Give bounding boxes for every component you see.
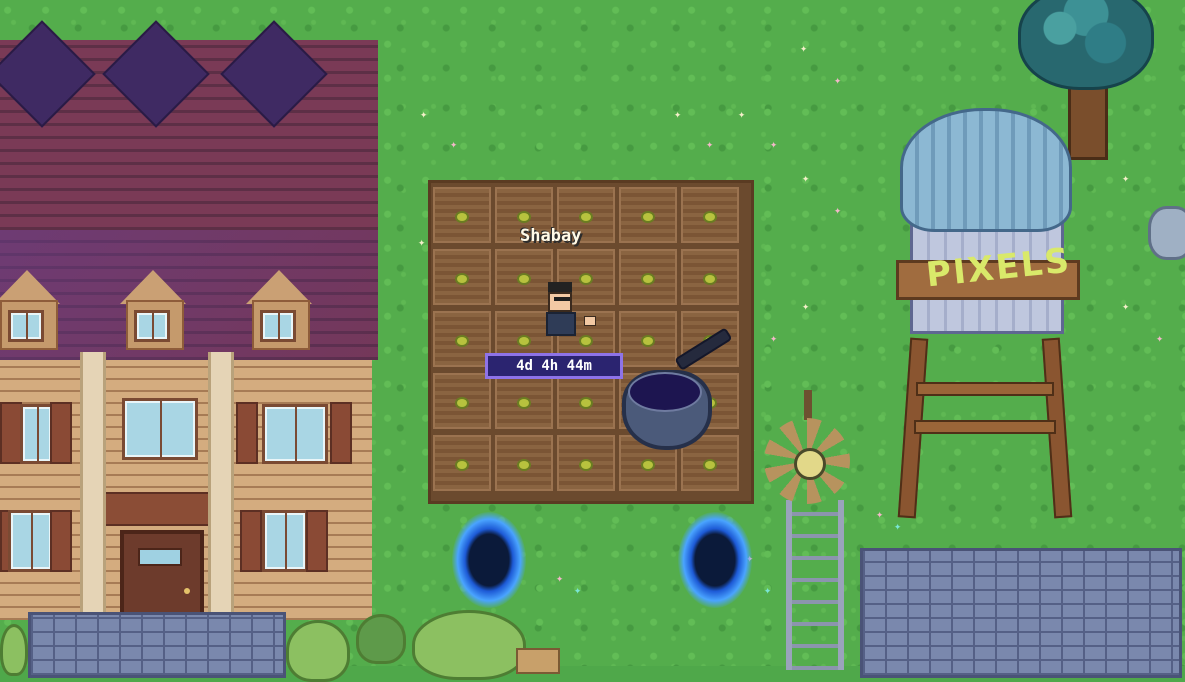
farm-plot[interactable] <box>495 435 553 491</box>
house-window <box>20 404 54 464</box>
bush <box>0 624 28 676</box>
crop-sprout <box>457 337 467 345</box>
flower-decoration: ✦ <box>894 519 902 533</box>
farm-plot[interactable] <box>557 373 615 429</box>
windmill-icon[interactable] <box>760 390 860 670</box>
window-shutter <box>0 402 22 464</box>
teleport-portal-icon[interactable] <box>452 512 526 608</box>
crop-sprout <box>519 275 529 283</box>
stone-floor <box>860 548 1182 678</box>
flower-decoration: ✦ <box>1156 331 1164 345</box>
flower-decoration: ✦ <box>556 571 564 585</box>
crop-sprout <box>643 213 653 221</box>
crop-sprout <box>519 399 529 407</box>
crop-sprout <box>519 337 529 345</box>
player-name-label: Shabay <box>520 226 582 246</box>
crop-sprout <box>519 213 529 221</box>
crop-sprout <box>457 399 467 407</box>
farm-plot[interactable] <box>433 311 491 367</box>
crop-sprout <box>643 275 653 283</box>
farm-plot[interactable] <box>495 373 553 429</box>
crop-sprout <box>457 275 467 283</box>
flower-decoration: ✦ <box>450 137 458 151</box>
farm-plot[interactable] <box>619 187 677 243</box>
farm-plot[interactable] <box>433 249 491 305</box>
house[interactable] <box>0 20 378 648</box>
window-shutter <box>240 510 262 572</box>
flower-decoration: ✦ <box>876 507 884 521</box>
crop-sprout <box>581 461 591 469</box>
window-shutter <box>236 402 258 464</box>
crop-sprout <box>705 461 715 469</box>
crop-sprout <box>457 213 467 221</box>
house-window <box>122 398 198 460</box>
flower-decoration: ✦ <box>800 41 808 55</box>
dormer <box>246 270 312 350</box>
teleport-portal-icon[interactable] <box>678 512 752 608</box>
flower-decoration: ✦ <box>802 299 810 313</box>
crop-sprout <box>581 399 591 407</box>
flower-decoration: ✦ <box>802 171 810 185</box>
house-window <box>8 510 54 572</box>
flower-decoration: ✦ <box>1122 171 1130 185</box>
house-pillar <box>208 352 234 644</box>
farm-plot[interactable] <box>433 435 491 491</box>
bush <box>412 610 526 680</box>
flower-decoration: ✦ <box>674 107 682 121</box>
flower-decoration: ✦ <box>834 73 842 87</box>
flower-decoration: ✦ <box>770 137 778 151</box>
crop-sprout <box>643 461 653 469</box>
window-shutter <box>306 510 328 572</box>
balcony <box>102 492 214 526</box>
flower-decoration: ✦ <box>1122 299 1130 313</box>
stone-path <box>28 612 286 678</box>
flower-decoration: ✦ <box>418 235 426 249</box>
bush <box>286 620 350 682</box>
flower-decoration: ✦ <box>574 583 582 597</box>
farmer-avatar[interactable] <box>542 282 598 342</box>
farm-plot[interactable] <box>619 249 677 305</box>
flower-decoration: ✦ <box>834 203 842 217</box>
crop-sprout <box>457 461 467 469</box>
water-tower-icon[interactable]: PIXELS <box>892 108 1082 519</box>
window-shutter <box>330 402 352 464</box>
farm-plot[interactable] <box>433 187 491 243</box>
frying-pan-icon[interactable] <box>618 327 738 450</box>
tree-icon[interactable] <box>1018 0 1154 90</box>
crop-sprout <box>705 213 715 221</box>
farm-plot[interactable] <box>557 435 615 491</box>
flower-decoration: ✦ <box>420 107 428 121</box>
crate[interactable] <box>516 648 560 674</box>
farm-plot[interactable] <box>681 249 739 305</box>
flower-decoration: ✦ <box>706 137 714 151</box>
house-pillar <box>80 352 106 644</box>
house-window <box>262 510 308 572</box>
crop-sprout <box>519 461 529 469</box>
house-window <box>262 404 328 464</box>
flower-decoration: ✦ <box>770 331 778 345</box>
farm-plot[interactable] <box>681 187 739 243</box>
bush <box>356 614 406 664</box>
rock <box>1148 206 1185 260</box>
dormer <box>0 270 60 350</box>
crop-sprout <box>705 275 715 283</box>
crop-sprout <box>581 213 591 221</box>
farm-plot[interactable] <box>433 373 491 429</box>
crop-timer-badge: 4d 4h 44m <box>485 353 623 379</box>
dormer <box>120 270 186 350</box>
flower-decoration: ✦ <box>738 107 746 121</box>
window-shutter <box>50 510 72 572</box>
window-shutter <box>50 402 72 464</box>
